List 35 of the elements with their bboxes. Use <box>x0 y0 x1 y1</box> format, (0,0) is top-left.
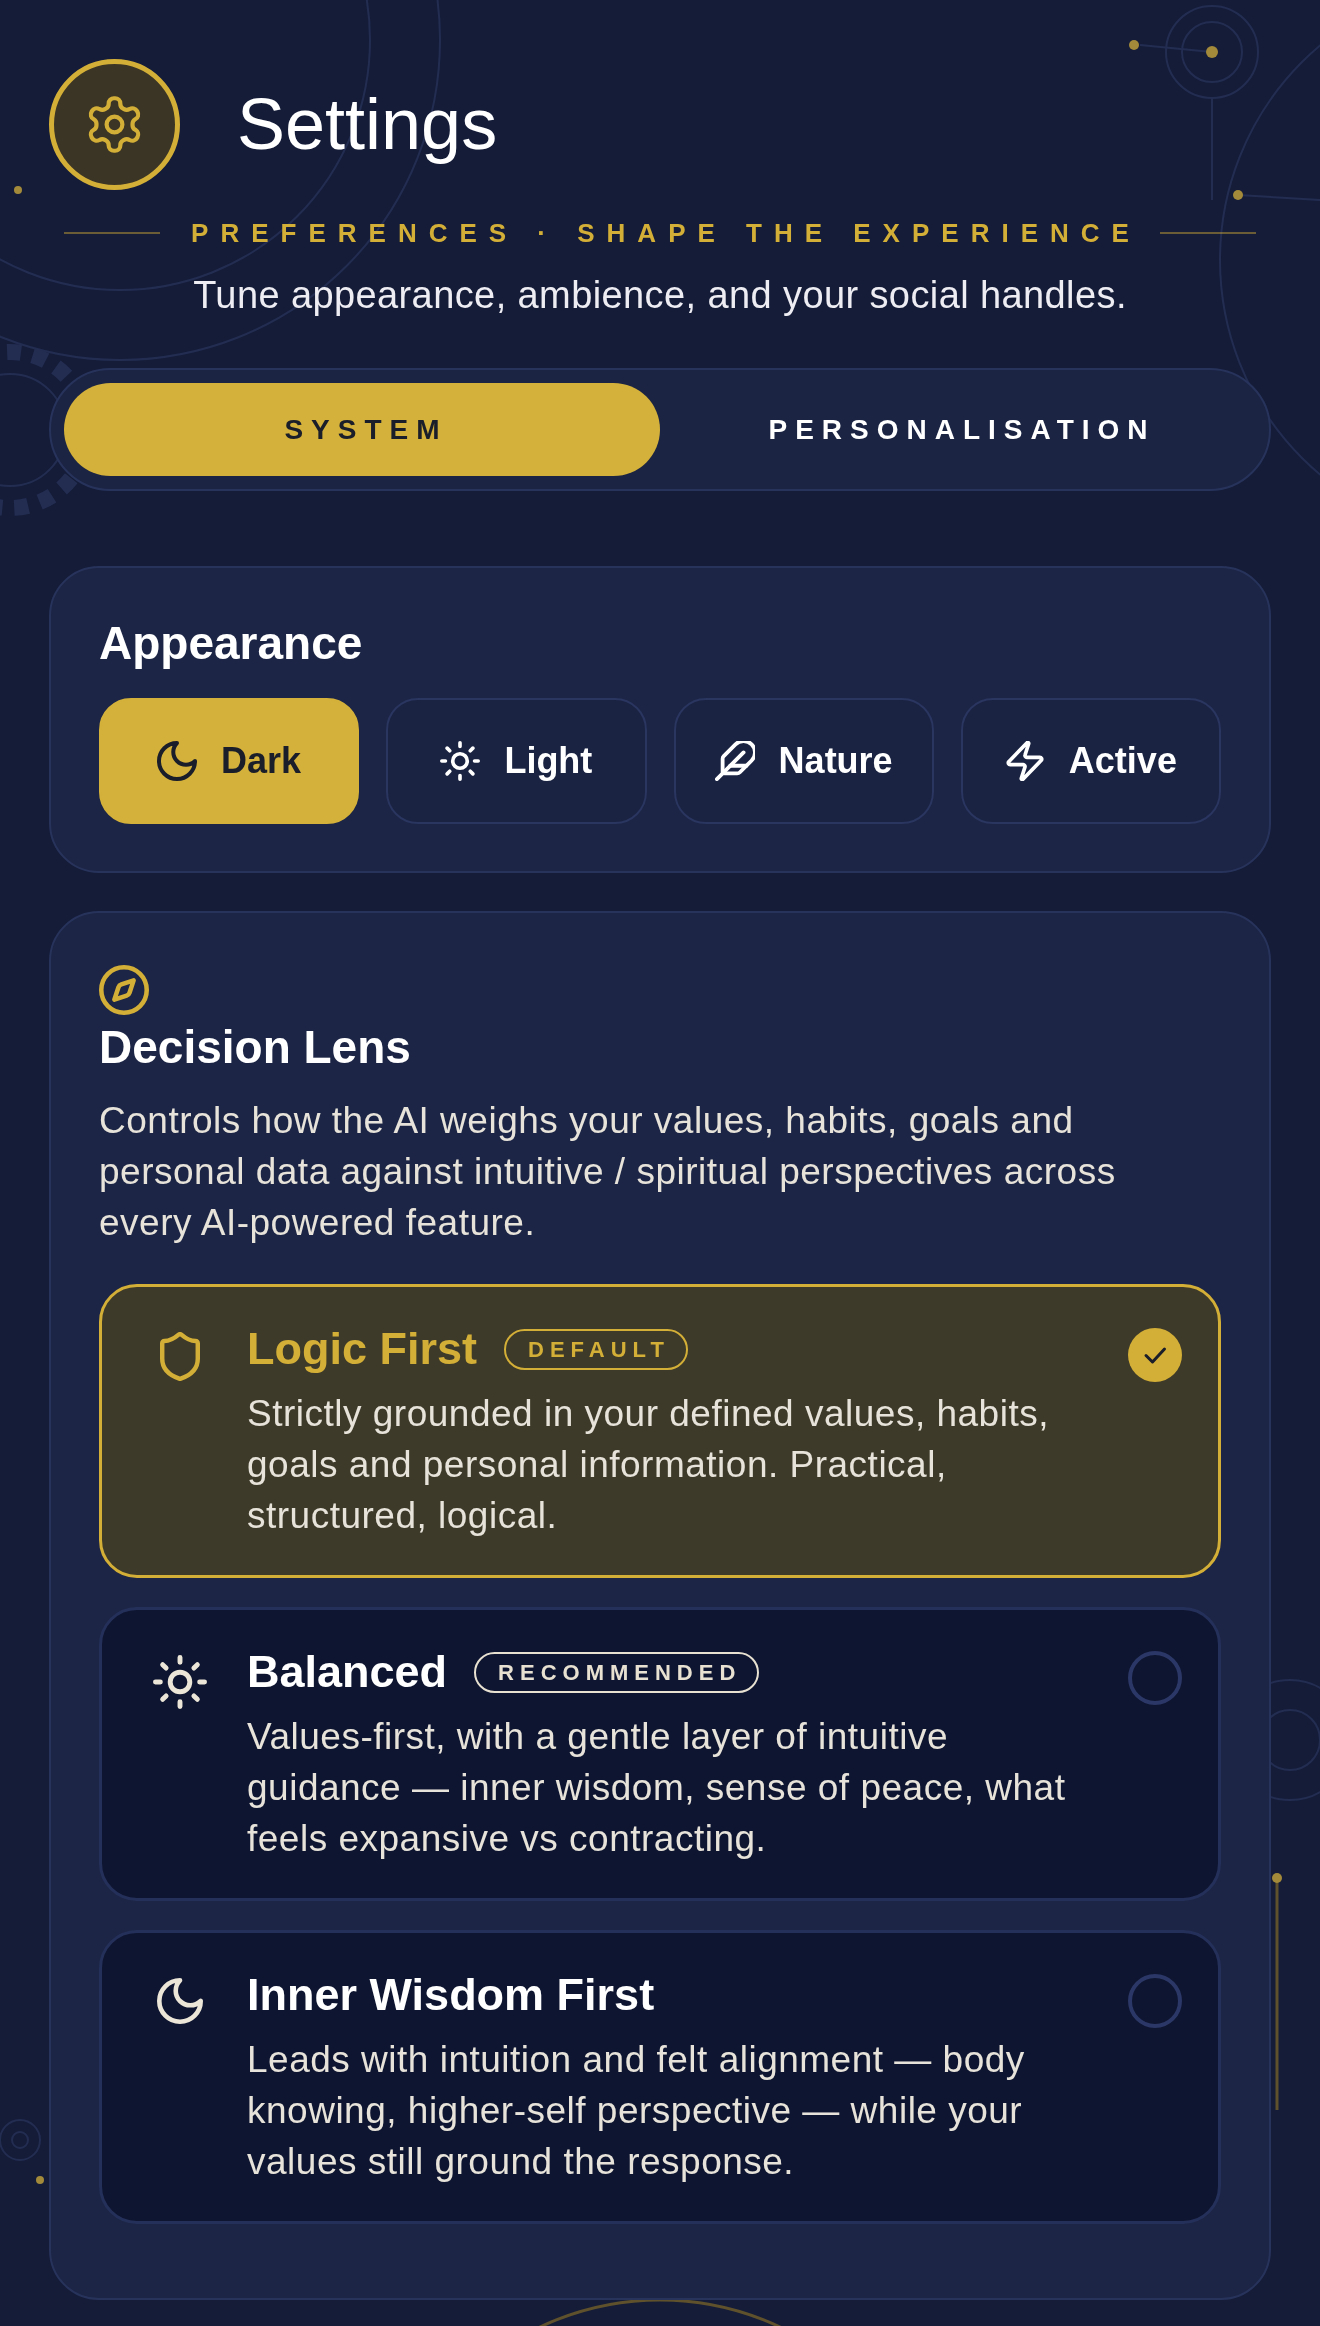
option-title: Balanced <box>247 1645 448 1699</box>
lightning-icon <box>1004 741 1045 781</box>
radio-circle-icon <box>1128 1974 1182 2028</box>
moon-icon <box>157 741 198 781</box>
option-description: Leads with intuition and felt alignment — body knowing, higher-self perspective — while your values still ground the response. <box>247 2038 1026 2184</box>
option-tag: DEFAULT <box>504 1328 688 1370</box>
tab[interactable]: SYSTEM <box>64 383 660 476</box>
sun-icon <box>440 741 481 781</box>
section-title: Appearance <box>99 616 364 670</box>
sun-icon <box>153 1655 207 1709</box>
section-description: Controls how the AI weighs your values, habits, goals and personal data against intuitive / spiritual perspectives across every AI-powered feature. <box>99 1099 1117 1245</box>
tab[interactable]: PERSONALISATION <box>660 383 1256 476</box>
page-title: Settings <box>237 84 498 165</box>
option-title: Inner Wisdom First <box>247 1968 655 2022</box>
radio-circle-icon <box>1128 1651 1182 1705</box>
option-tag: RECOMMENDED <box>474 1651 760 1693</box>
option-description: Values-first, with a gentle layer of intuitive guidance — inner wisdom, sense of peace, what feels expansive vs contracting. <box>247 1715 1067 1861</box>
check-circle-icon <box>1128 1328 1182 1382</box>
theme-button[interactable]: Light <box>386 698 647 824</box>
theme-button[interactable]: Active <box>960 698 1221 824</box>
page-subtitle: Tune appearance, ambience, and your social handles. <box>192 273 1128 318</box>
option-description: Strictly grounded in your defined values, habits, goals and personal information. Practical, structured, logical. <box>247 1392 1050 1538</box>
lens-option-card[interactable]: Balanced RECOMMENDED Values-first, with a gentle layer of intuitive guidance — inner wisdom, sense of peace, what feels expansive vs contracting. <box>99 1607 1221 1901</box>
lens-option-card[interactable]: Logic First DEFAULT Strictly grounded in your defined values, habits, goals and personal information. Practical, structured, logical. <box>99 1284 1221 1578</box>
settings-icon <box>49 59 180 190</box>
lens-option-card[interactable]: Inner Wisdom First Leads with intuition and felt alignment — body knowing, higher-self perspective — while your values still ground the response. <box>99 1930 1221 2224</box>
section-title: Decision Lens <box>99 1020 412 1074</box>
section-eyebrow: PREFERENCES · SHAPE THE EXPERIENCE <box>191 218 1141 248</box>
theme-button[interactable]: Nature <box>673 698 934 824</box>
option-title: Logic First <box>247 1322 477 1376</box>
shield-icon <box>160 1332 200 1381</box>
theme-button[interactable]: Dark <box>99 698 360 824</box>
compass-icon <box>99 965 149 1015</box>
feather-icon <box>714 741 755 781</box>
moon-icon <box>157 1978 203 2024</box>
